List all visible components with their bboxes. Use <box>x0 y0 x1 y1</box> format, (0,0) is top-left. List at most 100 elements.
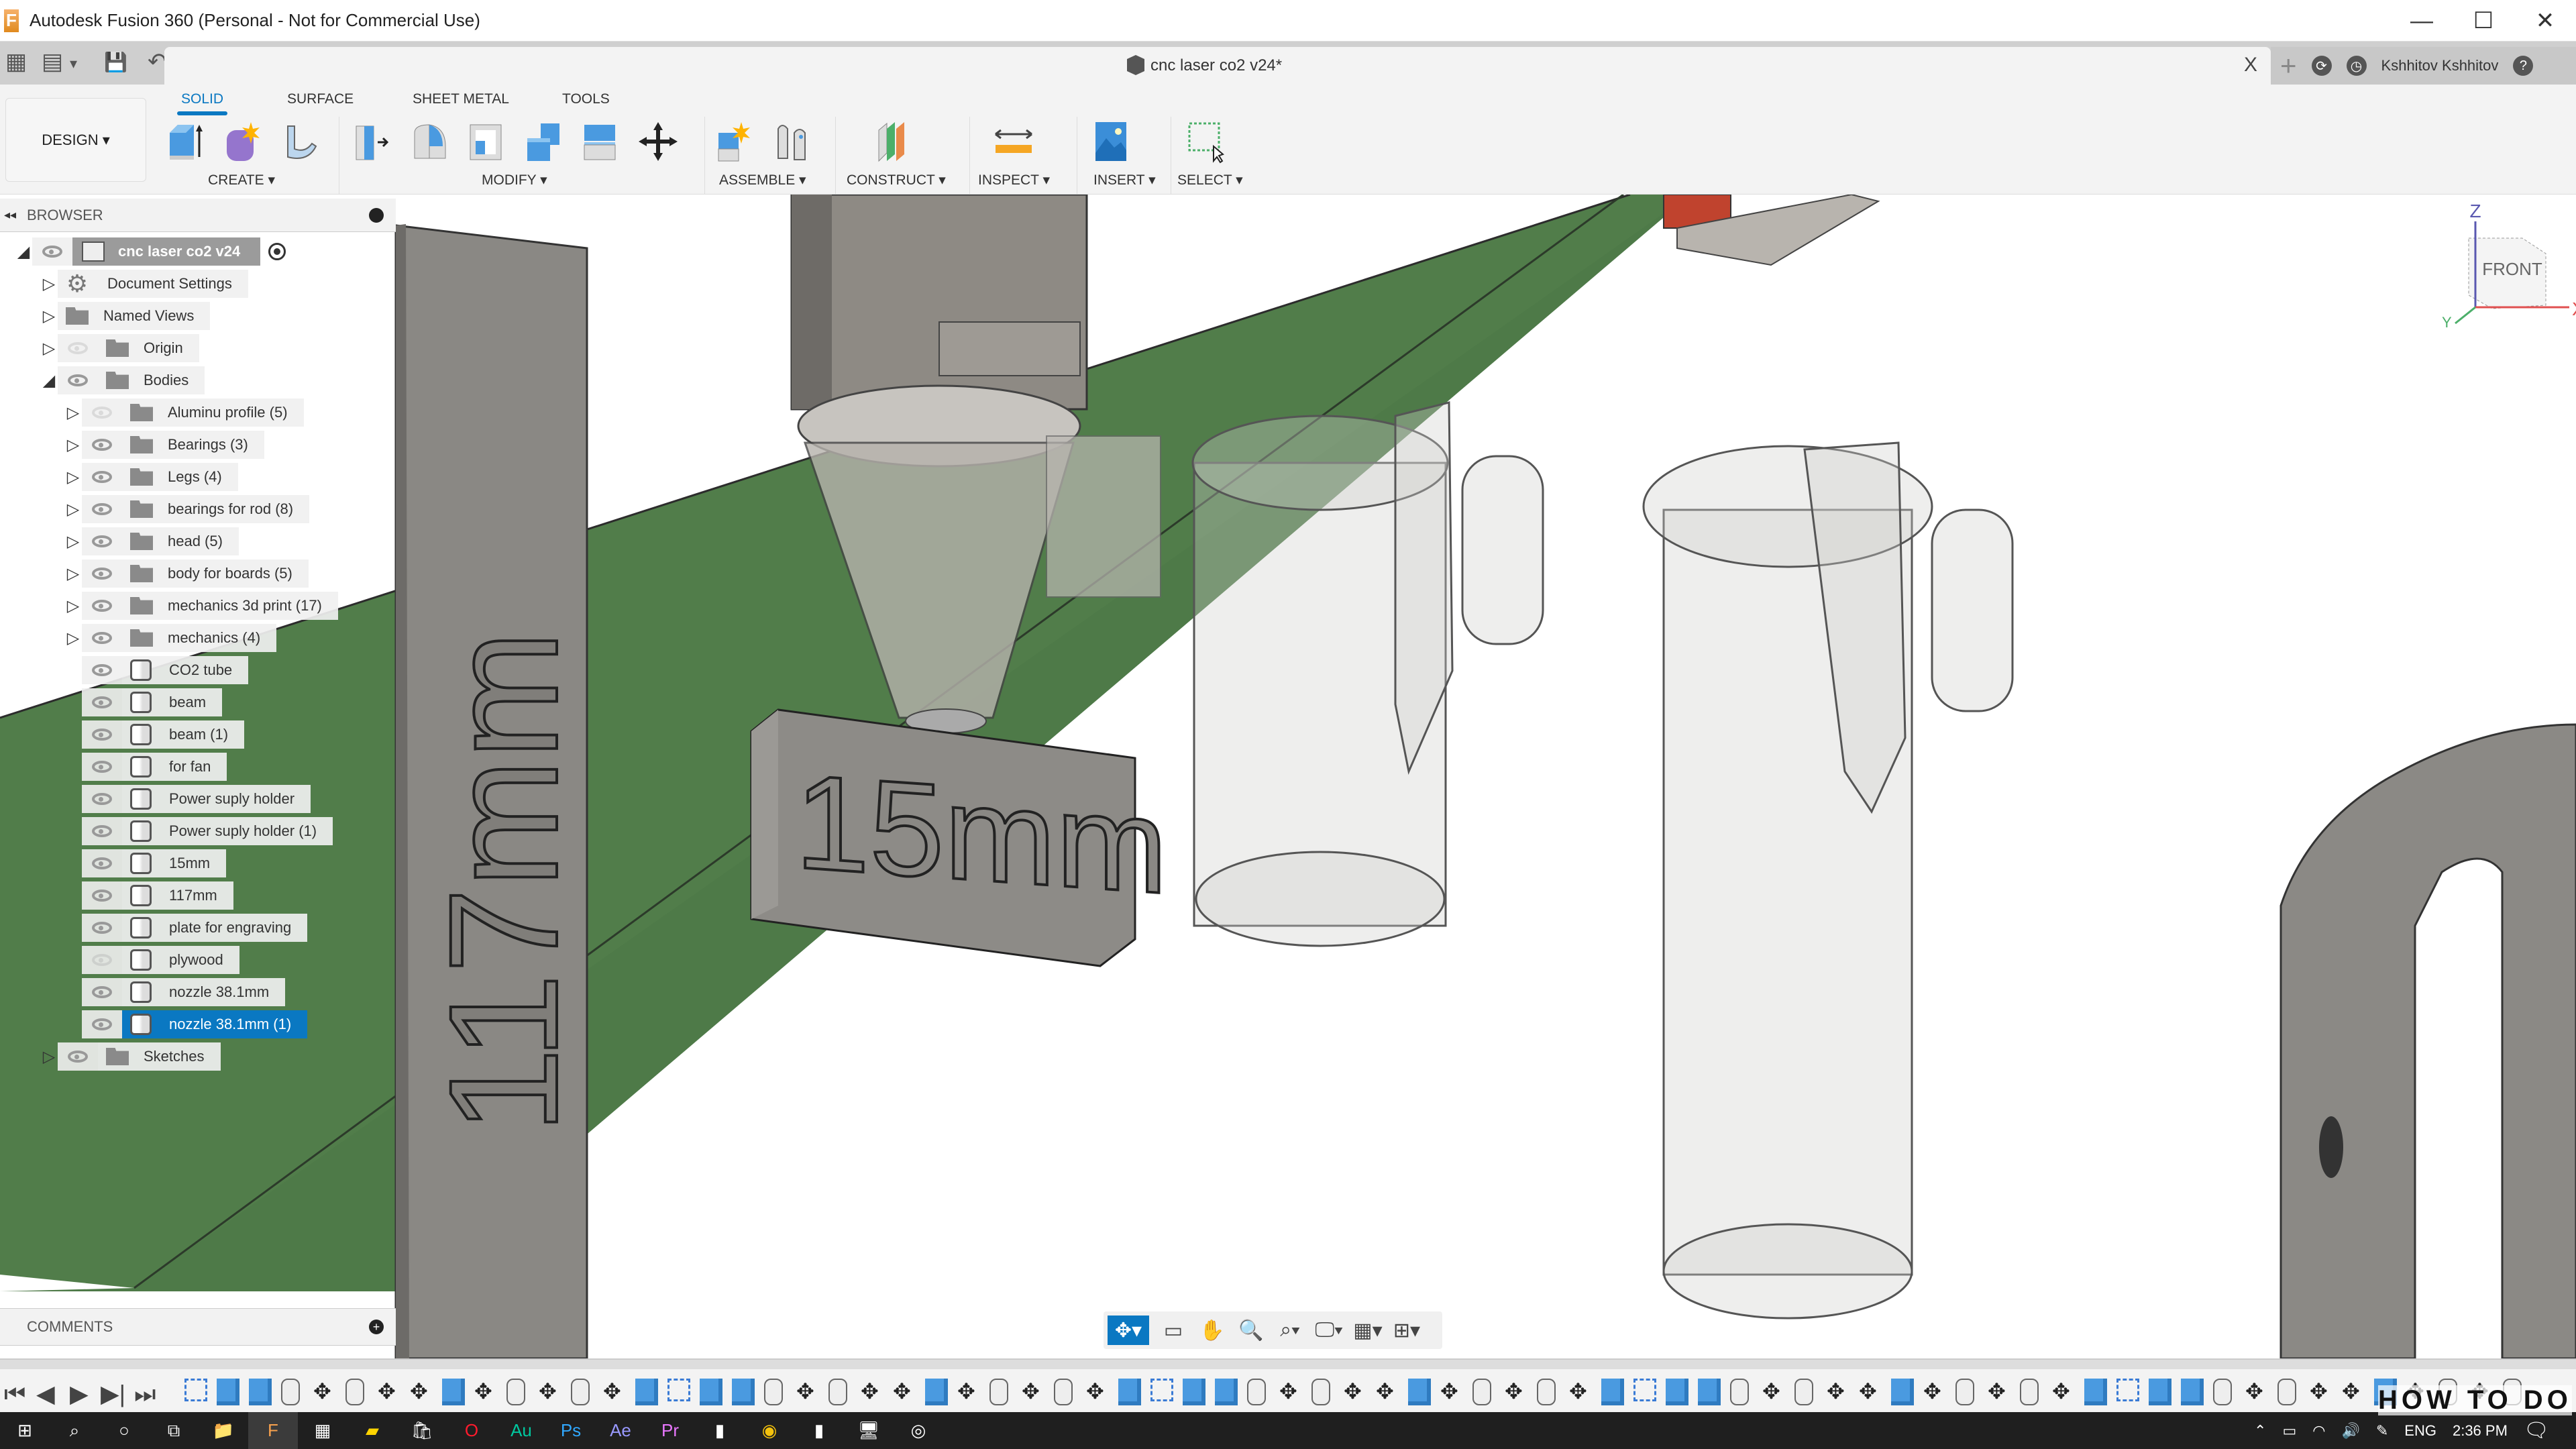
visibility-eye-icon[interactable] <box>82 527 122 555</box>
timeline-feature-move[interactable]: ✥ <box>1923 1379 1946 1405</box>
construct-menu[interactable]: CONSTRUCT ▾ <box>847 172 946 189</box>
timeline-feature-move[interactable]: ✥ <box>893 1379 916 1405</box>
minimize-button[interactable]: — <box>2391 0 2453 42</box>
timeline-go-to-start[interactable]: ⏮ <box>4 1380 25 1409</box>
taskbar-remote-desktop-icon[interactable]: 🖥 <box>844 1412 894 1449</box>
timeline-feature-joint[interactable] <box>764 1379 783 1405</box>
timeline-feature-extrude[interactable] <box>442 1379 465 1405</box>
taskbar-chrome-icon[interactable]: ◉ <box>745 1412 794 1449</box>
timeline-feature-move[interactable]: ✥ <box>603 1379 626 1405</box>
tab-sheet-metal[interactable]: SHEET METAL <box>413 91 509 107</box>
browser-item[interactable]: ▷ Aluminu profile (5) <box>64 398 304 427</box>
timeline-feature-move[interactable]: ✥ <box>2310 1379 2332 1405</box>
timeline-step-back[interactable]: ◀ <box>36 1380 55 1408</box>
visibility-eye-icon[interactable] <box>82 688 122 716</box>
timeline-go-to-end[interactable]: ⏭ <box>134 1380 156 1409</box>
taskbar-opera-icon[interactable]: O <box>447 1412 496 1449</box>
timeline-feature-sketch[interactable] <box>184 1379 207 1401</box>
visibility-eye-icon[interactable] <box>82 881 122 910</box>
browser-item[interactable]: ▷ Legs (4) <box>64 463 238 491</box>
visibility-eye-icon[interactable] <box>82 656 122 684</box>
viewcube[interactable]: Z X Y FRONT <box>2428 201 2576 329</box>
visibility-eye-icon[interactable] <box>82 753 122 781</box>
taskbar-file-explorer-icon[interactable]: 📁 <box>199 1412 248 1449</box>
timeline-feature-sketch[interactable] <box>2116 1379 2139 1401</box>
timeline-feature-move[interactable]: ✥ <box>1827 1379 1849 1405</box>
timeline-feature-extrude[interactable] <box>1666 1379 1688 1405</box>
browser-item[interactable]: nozzle 38.1mm <box>64 978 286 1006</box>
expand-icon[interactable]: ▷ <box>64 468 82 486</box>
timeline-feature-extrude[interactable] <box>1183 1379 1205 1405</box>
timeline-feature-move[interactable]: ✥ <box>1762 1379 1785 1405</box>
visibility-eye-icon[interactable] <box>82 495 122 523</box>
visibility-eye-icon[interactable] <box>82 431 122 459</box>
new-component-icon[interactable] <box>714 119 756 164</box>
measure-icon[interactable] <box>993 119 1034 164</box>
action-center-icon[interactable]: 🗨 <box>2524 1419 2549 1442</box>
press-pull-icon[interactable] <box>352 119 394 164</box>
expand-icon[interactable]: ▷ <box>40 307 58 325</box>
timeline-feature-extrude[interactable] <box>925 1379 948 1405</box>
taskbar-obs-icon[interactable]: ◎ <box>894 1412 943 1449</box>
timeline-feature-extrude[interactable] <box>1215 1379 1238 1405</box>
timeline-feature-move[interactable]: ✥ <box>1569 1379 1592 1405</box>
visibility-eye-icon[interactable] <box>82 624 122 652</box>
taskbar-audition-icon[interactable]: Au <box>496 1412 546 1449</box>
timeline-feature-extrude[interactable] <box>249 1379 272 1405</box>
browser-item[interactable]: ▷ Named Views <box>40 302 211 330</box>
wifi-icon[interactable]: ◠ <box>2312 1422 2325 1440</box>
taskbar-search-icon[interactable]: ⌕ <box>50 1412 99 1449</box>
browser-item[interactable]: ▷ mechanics 3d print (17) <box>64 592 338 620</box>
taskbar-fusion-360-icon[interactable]: F <box>248 1412 298 1449</box>
timeline-feature-joint[interactable] <box>2277 1379 2296 1405</box>
sweep-icon[interactable] <box>278 119 320 164</box>
timeline-feature-extrude[interactable] <box>1601 1379 1624 1405</box>
visibility-eye-icon[interactable] <box>82 720 122 749</box>
timeline-feature-move[interactable]: ✥ <box>1022 1379 1044 1405</box>
timeline-feature-move[interactable]: ✥ <box>539 1379 561 1405</box>
taskbar-app-icon[interactable]: ▮ <box>695 1412 745 1449</box>
timeline-feature-joint[interactable] <box>281 1379 300 1405</box>
visibility-eye-icon[interactable] <box>82 592 122 620</box>
fit-icon[interactable]: ⌕▾ <box>1275 1316 1305 1345</box>
pan-icon[interactable]: ✋ <box>1197 1316 1227 1345</box>
visibility-eye-icon[interactable] <box>82 398 122 427</box>
visibility-eye-icon[interactable] <box>32 237 72 266</box>
shell-icon[interactable] <box>466 119 508 164</box>
browser-item[interactable]: Power suply holder (1) <box>64 817 333 845</box>
expand-icon[interactable]: ▷ <box>64 533 82 551</box>
expand-icon[interactable]: ▷ <box>64 500 82 519</box>
timeline-feature-extrude[interactable] <box>1891 1379 1914 1405</box>
browser-item[interactable]: ▷ mechanics (4) <box>64 624 277 652</box>
browser-item[interactable]: 117mm <box>64 881 233 910</box>
tab-surface[interactable]: SURFACE <box>287 91 354 107</box>
visibility-eye-icon[interactable] <box>58 334 98 362</box>
file-menu-icon[interactable]: ▤ <box>42 48 63 75</box>
taskbar-after-effects-icon[interactable]: Ae <box>596 1412 645 1449</box>
help-icon[interactable]: ? <box>2513 56 2534 76</box>
tray-overflow-icon[interactable]: ⌃ <box>2254 1422 2266 1440</box>
expand-icon[interactable]: ▷ <box>64 436 82 454</box>
collapse-icon[interactable]: ◢ <box>15 243 32 261</box>
timeline-feature-move[interactable]: ✥ <box>1344 1379 1366 1405</box>
browser-minimize-icon[interactable] <box>369 207 384 223</box>
timeline-feature-joint[interactable] <box>2020 1379 2039 1405</box>
inspect-menu[interactable]: INSPECT ▾ <box>978 172 1050 189</box>
timeline-feature-move[interactable]: ✥ <box>1988 1379 2010 1405</box>
expand-icon[interactable]: ▷ <box>40 1048 58 1066</box>
timeline-feature-move[interactable]: ✥ <box>796 1379 819 1405</box>
new-component-extrude-icon[interactable] <box>164 119 206 164</box>
taskbar-store-icon[interactable]: 🛍 <box>397 1412 447 1449</box>
timeline-feature-joint[interactable] <box>1054 1379 1073 1405</box>
visibility-eye-icon[interactable] <box>82 785 122 813</box>
browser-item[interactable]: plate for engraving <box>64 914 308 942</box>
fillet-icon[interactable] <box>409 119 451 164</box>
collapse-icon[interactable]: ◢ <box>40 372 58 390</box>
orbit-icon[interactable]: ✥▾ <box>1108 1316 1149 1345</box>
timeline-feature-joint[interactable] <box>828 1379 847 1405</box>
taskbar-sticky-notes-icon[interactable]: ▰ <box>347 1412 397 1449</box>
tab-tools[interactable]: TOOLS <box>562 91 610 107</box>
job-status-icon[interactable]: ⟳ <box>2311 56 2332 76</box>
volume-icon[interactable]: 🔊 <box>2341 1422 2359 1440</box>
browser-item[interactable]: ▷ bearings for rod (8) <box>64 495 310 523</box>
